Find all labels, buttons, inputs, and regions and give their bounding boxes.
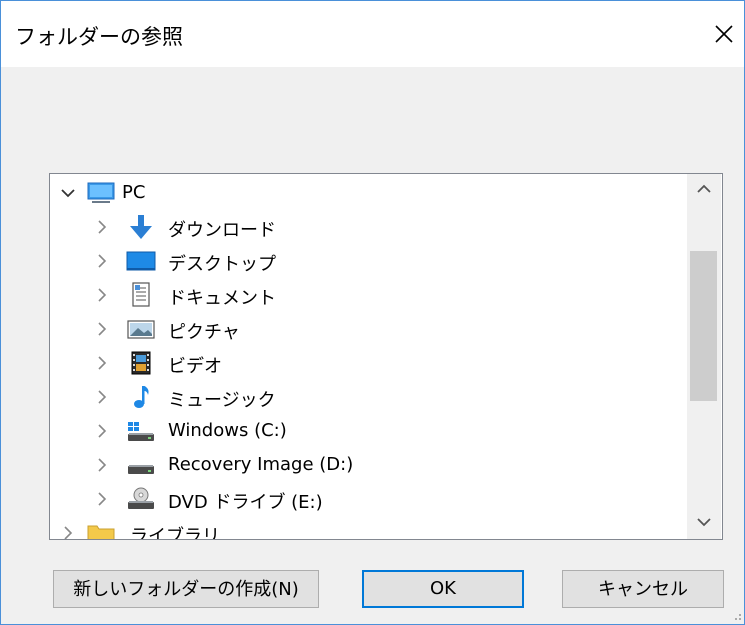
tree-item-drive-e[interactable]: DVD ドライブ (E:) bbox=[50, 482, 680, 516]
vertical-scrollbar[interactable] bbox=[687, 174, 721, 539]
tree-item-label: Recovery Image (D:) bbox=[168, 454, 354, 475]
folder-icon bbox=[87, 525, 115, 539]
dvd-drive-icon bbox=[128, 487, 154, 509]
desktop-icon bbox=[126, 251, 156, 271]
close-icon bbox=[715, 25, 733, 43]
new-folder-button[interactable]: 新しいフォルダーの作成(N) bbox=[53, 570, 319, 608]
tree-item-pc[interactable]: PC bbox=[50, 176, 680, 210]
tree-item-label: ドキュメント bbox=[168, 288, 276, 309]
browse-folder-dialog: フォルダーの参照 PC ダウンロード デスクトップ ドキュメント ピクチャ ビデ… bbox=[0, 0, 745, 625]
scroll-down-button[interactable] bbox=[687, 507, 721, 537]
tree-item-label: ビデオ bbox=[168, 356, 222, 377]
scroll-up-button[interactable] bbox=[687, 174, 721, 204]
tree-item-label: ライブラリ bbox=[130, 526, 220, 540]
tree-item-label: PC bbox=[122, 182, 146, 203]
chevron-right-icon[interactable] bbox=[94, 457, 110, 473]
tree-item-desktop[interactable]: デスクトップ bbox=[50, 244, 680, 278]
tree-item-downloads[interactable]: ダウンロード bbox=[50, 210, 680, 244]
resize-grip-icon[interactable] bbox=[729, 608, 743, 622]
tree-item-label: デスクトップ bbox=[168, 254, 276, 275]
chevron-right-icon[interactable] bbox=[94, 253, 110, 269]
tree-item-music[interactable]: ミュージック bbox=[50, 380, 680, 414]
tree-item-drive-c[interactable]: Windows (C:) bbox=[50, 414, 680, 448]
chevron-right-icon[interactable] bbox=[94, 355, 110, 371]
scroll-thumb[interactable] bbox=[690, 251, 717, 401]
cancel-button[interactable]: キャンセル bbox=[562, 570, 724, 608]
chevron-right-icon[interactable] bbox=[94, 287, 110, 303]
chevron-right-icon[interactable] bbox=[60, 525, 76, 540]
windows-drive-icon bbox=[128, 422, 154, 441]
dialog-title: フォルダーの参照 bbox=[15, 25, 183, 49]
pc-icon bbox=[87, 182, 115, 203]
chevron-right-icon[interactable] bbox=[94, 423, 110, 439]
chevron-right-icon[interactable] bbox=[94, 321, 110, 337]
close-button[interactable] bbox=[706, 16, 742, 52]
tree-item-libraries[interactable]: ライブラリ bbox=[50, 516, 680, 540]
tree-item-label: ピクチャ bbox=[168, 322, 240, 343]
tree-item-label: DVD ドライブ (E:) bbox=[168, 492, 323, 513]
download-arrow-icon bbox=[130, 215, 152, 239]
tree-item-drive-d[interactable]: Recovery Image (D:) bbox=[50, 448, 680, 482]
tree-item-videos[interactable]: ビデオ bbox=[50, 346, 680, 380]
chevron-right-icon[interactable] bbox=[94, 491, 110, 507]
chevron-up-icon bbox=[697, 184, 711, 193]
chevron-down-icon bbox=[697, 518, 711, 527]
document-icon bbox=[132, 282, 150, 307]
title-bar: フォルダーの参照 bbox=[1, 1, 744, 67]
chevron-right-icon[interactable] bbox=[94, 219, 110, 235]
chevron-right-icon[interactable] bbox=[94, 389, 110, 405]
tree-item-label: ミュージック bbox=[168, 390, 276, 411]
ok-button[interactable]: OK bbox=[362, 570, 524, 608]
music-note-icon bbox=[134, 386, 149, 408]
folder-tree[interactable]: PC ダウンロード デスクトップ ドキュメント ピクチャ ビデオ ミュージック … bbox=[49, 173, 723, 540]
chevron-down-icon[interactable] bbox=[60, 185, 76, 201]
picture-icon bbox=[127, 320, 155, 339]
drive-icon bbox=[128, 465, 154, 474]
video-icon bbox=[131, 351, 151, 375]
tree-item-label: ダウンロード bbox=[168, 220, 276, 241]
tree-item-pictures[interactable]: ピクチャ bbox=[50, 312, 680, 346]
tree-item-documents[interactable]: ドキュメント bbox=[50, 278, 680, 312]
tree-item-label: Windows (C:) bbox=[168, 420, 287, 441]
